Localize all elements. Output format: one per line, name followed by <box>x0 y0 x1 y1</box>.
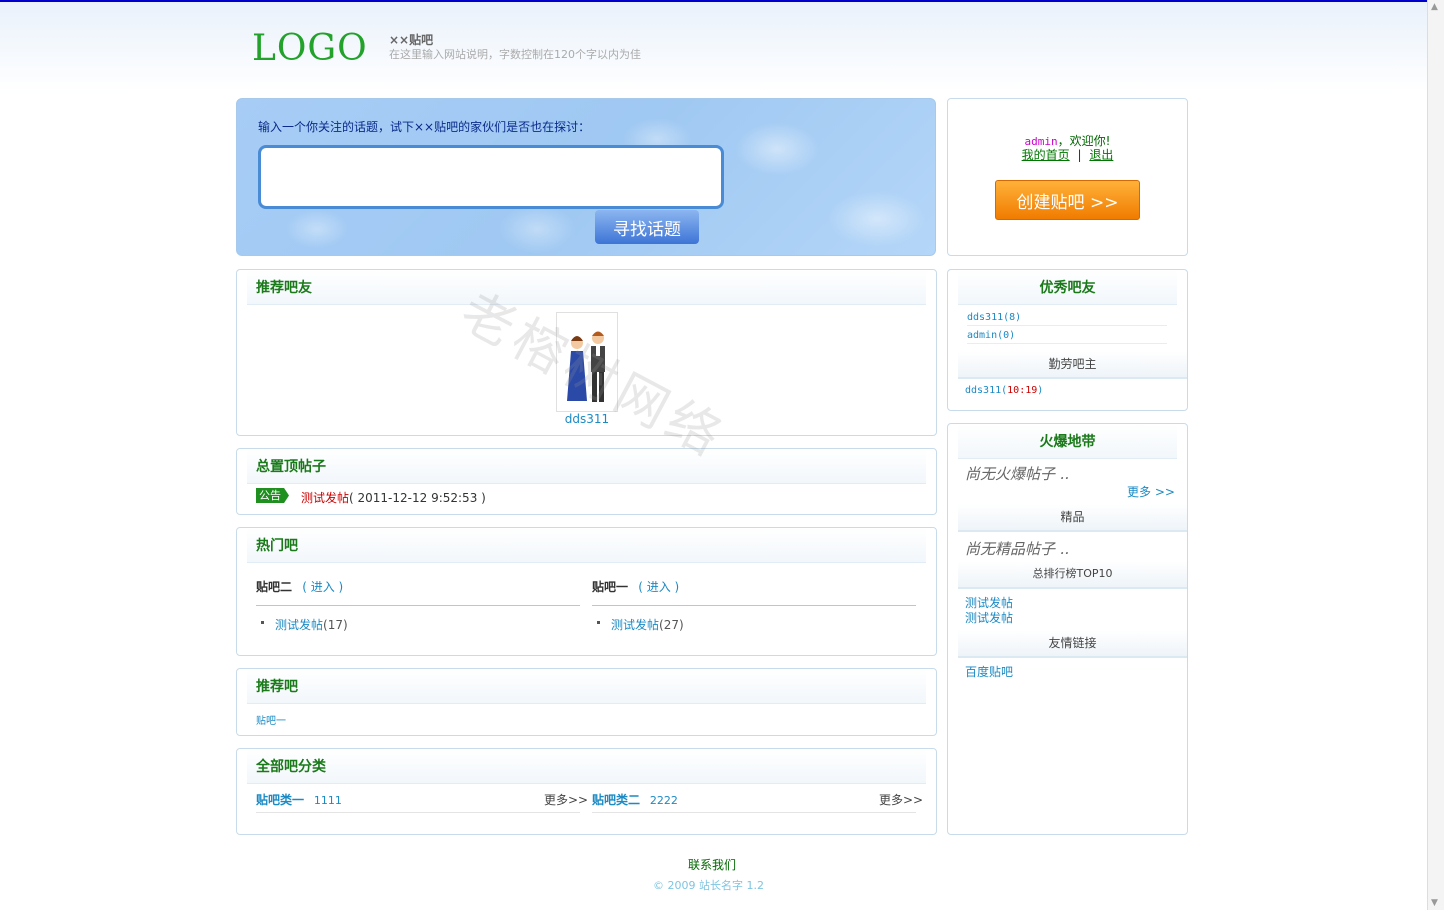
category-item: 贴吧类二 2222 <box>592 791 678 808</box>
panel-header: 优秀吧友 <box>958 270 1177 305</box>
panel-header: 火爆地带 <box>958 424 1177 459</box>
site-logo[interactable]: LOGO <box>252 28 368 69</box>
top-friend-link[interactable]: admin <box>967 330 997 341</box>
empty-elite-text: 尚无精品帖子 .. <box>965 540 1070 558</box>
diligent-row: dds311(10:19) <box>965 385 1043 396</box>
scroll-down-icon[interactable]: ▼ <box>1431 898 1438 908</box>
categories-panel: 全部吧分类 贴吧类一 1111 更多>> 贴吧类二 2222 更多>> <box>236 748 937 835</box>
panel-title: 推荐吧 <box>256 679 298 695</box>
sticky-post-time: ( 2011-12-12 9:52:53 ) <box>349 491 486 505</box>
subcategory-link[interactable]: 2222 <box>650 794 678 807</box>
hot-bar-name: 贴吧二 ( 进入 ) <box>256 578 343 595</box>
sticky-post-link[interactable]: 测试发帖 <box>301 491 349 505</box>
hot-post-row: 测试发帖(17) <box>275 616 348 633</box>
bullet-icon <box>597 621 600 624</box>
subcategory-link[interactable]: 1111 <box>314 794 342 807</box>
sticky-post-row: 测试发帖( 2011-12-12 9:52:53 ) <box>301 489 486 506</box>
diligent-header: 勤劳吧主 <box>958 351 1187 379</box>
notice-badge: 公告 <box>256 488 289 503</box>
category-item: 贴吧类一 1111 <box>256 791 342 808</box>
hot-post-link[interactable]: 测试发帖 <box>275 618 323 632</box>
logout-link[interactable]: 退出 <box>1089 148 1113 162</box>
panel-title: 总置顶帖子 <box>256 459 326 475</box>
enter-bar-link[interactable]: ( 进入 ) <box>302 580 343 594</box>
top-friend-link[interactable]: dds311 <box>967 312 1003 323</box>
top-friends-panel: 优秀吧友 dds311(8) admin(0) 勤劳吧主 dds311(10:1… <box>947 269 1188 411</box>
hot-post-row: 测试发帖(27) <box>611 616 684 633</box>
diligent-value: 10:19 <box>1007 385 1038 396</box>
hot-post-count: (27) <box>659 618 684 632</box>
recommended-bar-link[interactable]: 贴吧一 <box>256 712 286 727</box>
column-divider <box>592 605 916 606</box>
panel-header: 总置顶帖子 <box>247 449 926 484</box>
friend-site-link[interactable]: 百度贴吧 <box>965 663 1013 680</box>
panel-title: 火爆地带 <box>1039 434 1096 450</box>
hot-bar-title: 贴吧二 <box>256 580 293 594</box>
contact-us-link[interactable]: 联系我们 <box>688 856 736 873</box>
category-link[interactable]: 贴吧类二 <box>592 793 640 807</box>
hot-post-count: (17) <box>323 618 348 632</box>
panel-header: 推荐吧 <box>247 669 926 704</box>
panel-title: 热门吧 <box>256 538 298 554</box>
user-panel: admin，欢迎你! 我的首页 | 退出 创建贴吧 >> <box>947 98 1188 256</box>
panel-title: 推荐吧友 <box>256 280 312 296</box>
topic-search-input[interactable] <box>258 145 724 209</box>
panel-header: 热门吧 <box>247 528 926 563</box>
create-bar-button[interactable]: 创建贴吧 >> <box>995 180 1140 220</box>
vertical-scrollbar[interactable]: ▲ ▼ <box>1427 0 1444 910</box>
top10-post-link[interactable]: 测试发帖 <box>965 609 1013 626</box>
hot-bar-title: 贴吧一 <box>592 580 629 594</box>
top-friend-count: (0) <box>997 330 1016 341</box>
panel-header: 推荐吧友 <box>247 270 926 305</box>
diligent-close: ) <box>1037 385 1044 396</box>
elite-header: 精品 <box>958 504 1187 532</box>
scroll-up-icon[interactable]: ▲ <box>1431 2 1438 12</box>
category-more-link[interactable]: 更多>> <box>879 791 923 808</box>
column-divider <box>256 605 580 606</box>
find-topic-button[interactable]: 寻找话题 <box>595 210 699 244</box>
category-link[interactable]: 贴吧类一 <box>256 793 304 807</box>
hot-bar-name: 贴吧一 ( 进入 ) <box>592 578 679 595</box>
hot-more-link[interactable]: 更多 >> <box>1127 483 1175 500</box>
sticky-posts-panel: 总置顶帖子 公告 测试发帖( 2011-12-12 9:52:53 ) <box>236 448 937 515</box>
hot-post-link[interactable]: 测试发帖 <box>611 618 659 632</box>
copyright-text: © 2009 站长名字 1.2 <box>653 879 764 892</box>
category-more-link[interactable]: 更多>> <box>544 791 588 808</box>
category-divider <box>592 812 916 813</box>
link-separator: | <box>1077 148 1082 162</box>
panel-title: 全部吧分类 <box>256 759 326 775</box>
recommended-bars-panel: 推荐吧 贴吧一 <box>236 668 937 736</box>
search-panel: 输入一个你关注的话题，试下××贴吧的家伙们是否也在探讨： 寻找话题 <box>236 98 936 256</box>
top-friend-count: (8) <box>1003 312 1022 323</box>
empty-hot-text: 尚无火爆帖子 .. <box>965 465 1070 483</box>
hot-bars-panel: 热门吧 贴吧二 ( 进入 ) 测试发帖(17) 贴吧一 ( 进入 ) 测试发帖(… <box>236 527 937 656</box>
my-home-link[interactable]: 我的首页 <box>1022 148 1070 162</box>
panel-header: 全部吧分类 <box>247 749 926 784</box>
search-prompt: 输入一个你关注的话题，试下××贴吧的家伙们是否也在探讨： <box>258 120 591 134</box>
diligent-user-link[interactable]: dds311 <box>965 385 1001 396</box>
friend-links-header: 友情链接 <box>958 630 1187 658</box>
top10-header: 总排行榜TOP10 <box>958 561 1187 589</box>
top-friend-row: dds311(8) <box>967 312 1167 326</box>
top-friend-row: admin(0) <box>967 330 1167 344</box>
enter-bar-link[interactable]: ( 进入 ) <box>638 580 679 594</box>
user-links: 我的首页 | 退出 <box>948 146 1187 163</box>
site-description: 在这里输入网站说明，字数控制在120个字以内为佳 <box>389 48 641 61</box>
panel-title: 优秀吧友 <box>1039 280 1096 296</box>
category-divider <box>256 812 580 813</box>
hot-zone-panel: 火爆地带 尚无火爆帖子 .. 更多 >> 精品 尚无精品帖子 .. 总排行榜TO… <box>947 423 1188 835</box>
bullet-icon <box>261 621 264 624</box>
header-background <box>0 2 1428 92</box>
